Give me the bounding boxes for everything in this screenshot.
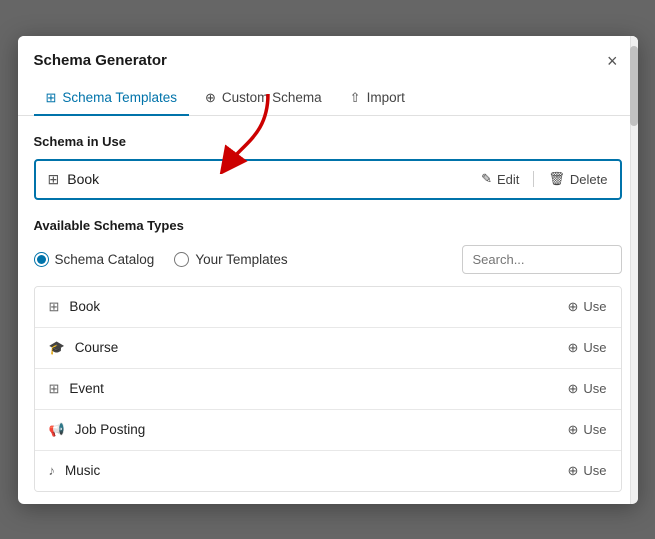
job-posting-icon: 📢 [49, 422, 65, 438]
use-music-button[interactable]: ⊕ Use [567, 463, 606, 479]
book-icon: ⊞ [49, 299, 60, 315]
use-label: Use [583, 463, 606, 478]
event-icon: ⊞ [49, 381, 60, 397]
schema-item-left: ⊞ Event [49, 381, 104, 397]
dialog-header: Schema Generator × [18, 36, 638, 72]
radio-catalog-input[interactable] [34, 252, 49, 267]
available-label: Available Schema Types [34, 218, 622, 233]
close-button[interactable]: × [603, 50, 622, 72]
delete-label: Delete [570, 172, 608, 187]
use-label: Use [583, 340, 606, 355]
tab-schema-templates[interactable]: ⊞ Schema Templates [34, 82, 189, 116]
schema-in-use-actions: ✎ Edit 🗑 Delete [481, 171, 607, 187]
list-item: ♪ Music ⊕ Use [35, 451, 621, 491]
import-icon: ⇧ [350, 90, 361, 106]
tab-custom-schema-label: Custom Schema [222, 90, 322, 105]
tab-custom-schema[interactable]: ⊕ Custom Schema [193, 82, 334, 116]
tab-bar: ⊞ Schema Templates ⊕ Custom Schema ⇧ Imp… [18, 72, 638, 116]
use-event-button[interactable]: ⊕ Use [567, 381, 606, 397]
search-input[interactable] [462, 245, 622, 274]
tab-import[interactable]: ⇧ Import [338, 82, 417, 116]
use-label: Use [583, 422, 606, 437]
schema-item-left: 📢 Job Posting [49, 422, 146, 438]
edit-label: Edit [497, 172, 519, 187]
schema-item-name: Music [65, 463, 100, 478]
list-item: 🎓 Course ⊕ Use [35, 328, 621, 369]
plus-circle-use-icon: ⊕ [567, 299, 578, 315]
edit-button[interactable]: ✎ Edit [481, 171, 519, 187]
tab-import-label: Import [367, 90, 405, 105]
use-job-posting-button[interactable]: ⊕ Use [567, 422, 606, 438]
schema-templates-icon: ⊞ [46, 90, 57, 106]
radio-catalog-label: Schema Catalog [55, 252, 155, 267]
use-book-button[interactable]: ⊕ Use [567, 299, 606, 315]
edit-icon: ✎ [481, 171, 492, 187]
schema-item-left: 🎓 Course [49, 340, 119, 356]
schema-list: ⊞ Book ⊕ Use 🎓 Course ⊕ Use [34, 286, 622, 492]
trash-icon: 🗑 [548, 171, 565, 187]
plus-circle-use-icon: ⊕ [567, 381, 578, 397]
use-course-button[interactable]: ⊕ Use [567, 340, 606, 356]
radio-group: Schema Catalog Your Templates [34, 252, 288, 267]
list-item: ⊞ Book ⊕ Use [35, 287, 621, 328]
schema-item-left: ♪ Music [49, 463, 101, 478]
radio-templates-input[interactable] [174, 252, 189, 267]
tab-schema-templates-label: Schema Templates [62, 90, 177, 105]
use-label: Use [583, 381, 606, 396]
course-icon: 🎓 [49, 340, 65, 356]
plus-circle-use-icon: ⊕ [567, 463, 578, 479]
schema-item-name: Job Posting [75, 422, 146, 437]
schema-in-use-left: ⊞ Book [48, 171, 100, 188]
schema-in-use-box: ⊞ Book ✎ Edit 🗑 Delete [34, 159, 622, 200]
list-item: 📢 Job Posting ⊕ Use [35, 410, 621, 451]
book-schema-icon: ⊞ [48, 171, 60, 188]
schema-in-use-name: Book [67, 171, 99, 187]
use-label: Use [583, 299, 606, 314]
filter-row: Schema Catalog Your Templates [34, 245, 622, 274]
schema-item-name: Course [75, 340, 119, 355]
radio-templates-label: Your Templates [195, 252, 287, 267]
delete-button[interactable]: 🗑 Delete [548, 171, 607, 187]
actions-divider [533, 171, 534, 187]
radio-schema-catalog[interactable]: Schema Catalog [34, 252, 155, 267]
list-item: ⊞ Event ⊕ Use [35, 369, 621, 410]
scrollbar-track [630, 36, 638, 504]
schema-item-left: ⊞ Book [49, 299, 101, 315]
plus-circle-use-icon: ⊕ [567, 422, 578, 438]
schema-generator-dialog: Schema Generator × ⊞ Schema Templates ⊕ … [18, 36, 638, 504]
plus-circle-icon: ⊕ [205, 90, 216, 106]
schema-item-name: Book [69, 299, 100, 314]
dialog-body: Schema in Use ⊞ Book ✎ Edit 🗑 Delete Ava… [18, 116, 638, 504]
music-icon: ♪ [49, 463, 56, 478]
schema-in-use-label: Schema in Use [34, 134, 622, 149]
plus-circle-use-icon: ⊕ [567, 340, 578, 356]
schema-item-name: Event [69, 381, 104, 396]
radio-your-templates[interactable]: Your Templates [174, 252, 287, 267]
dialog-title: Schema Generator [34, 52, 167, 69]
scrollbar-thumb[interactable] [630, 46, 638, 126]
